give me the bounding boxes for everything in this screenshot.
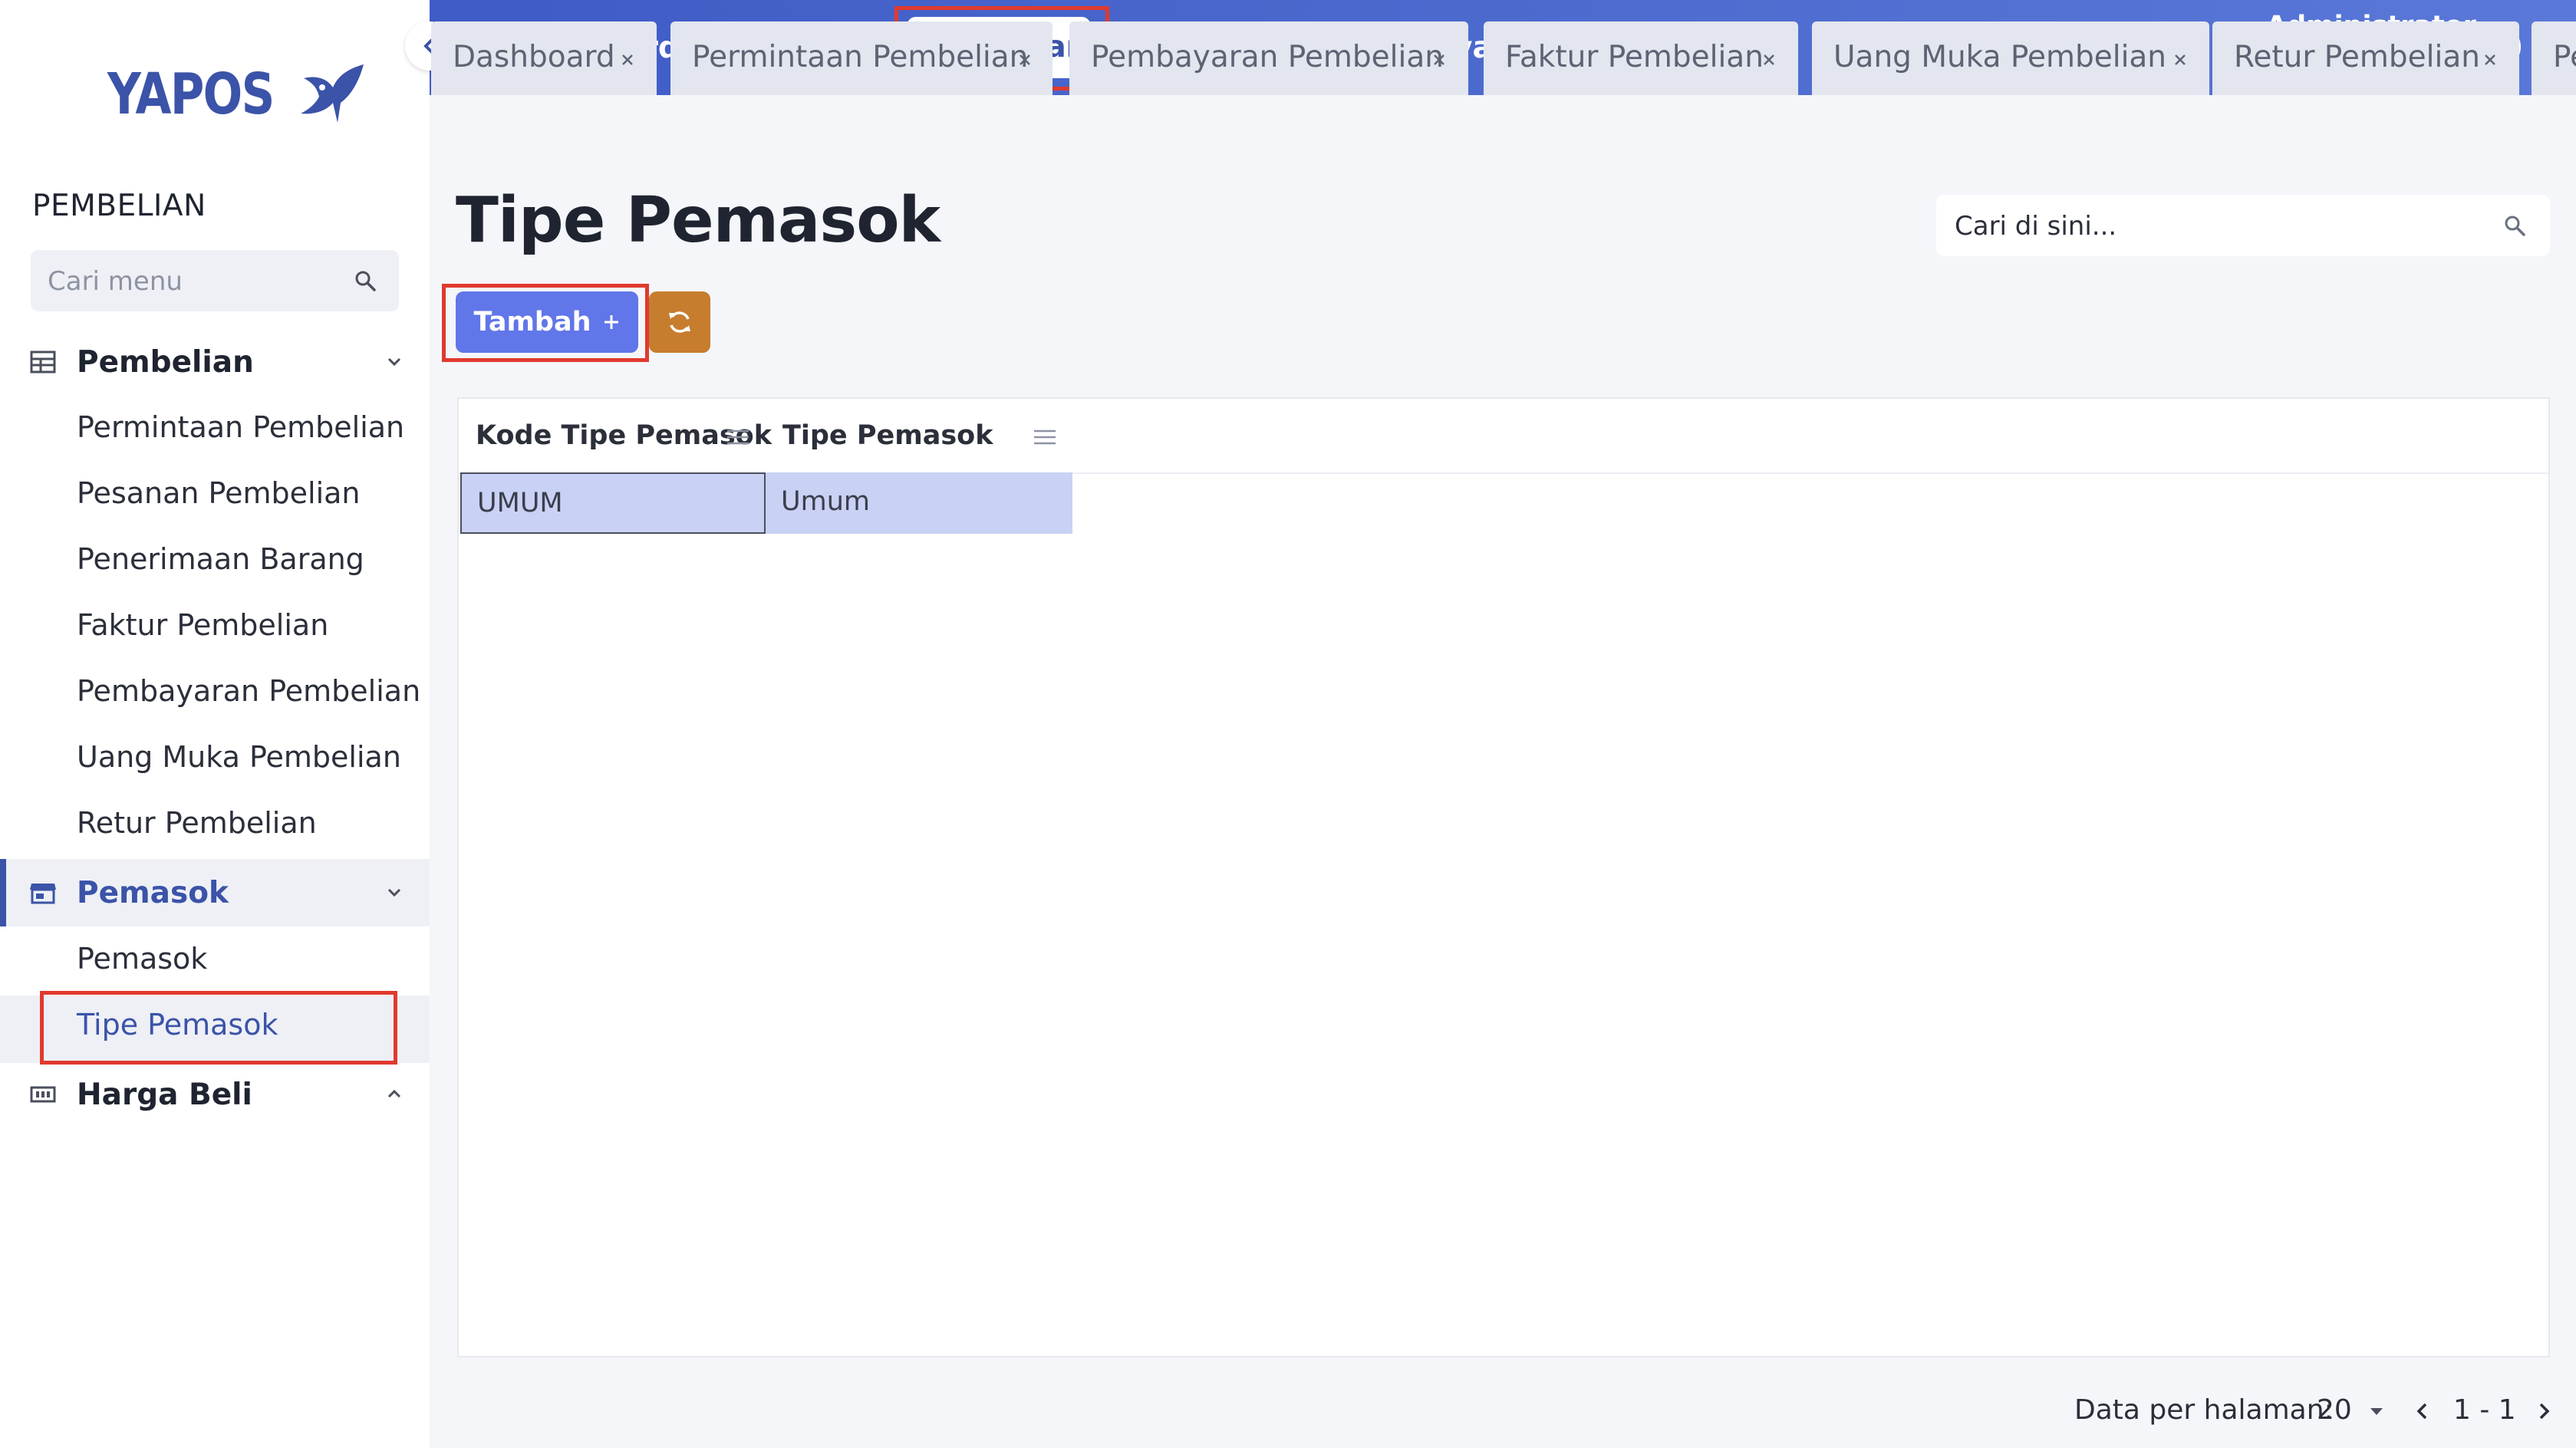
highlight-box-sidebar-item xyxy=(40,991,397,1065)
sidebar-group-harga-beli[interactable]: Harga Beli xyxy=(0,1061,430,1128)
table-header: Kode Tipe Pemasok Tipe Pemasok xyxy=(459,399,2548,474)
open-tabs-bar xyxy=(430,95,2576,172)
app-logo[interactable]: YAPOS xyxy=(107,61,367,127)
tab-label: Uang Muka Pembelian xyxy=(1833,40,2167,74)
chevron-up-icon xyxy=(387,1089,401,1098)
tab-permintaan-pembelian[interactable]: Permintaan Pembelian xyxy=(670,21,1052,95)
sidebar-group-pembelian[interactable]: Pembelian xyxy=(0,328,430,396)
sidebar-group-label: Pembelian xyxy=(77,344,254,380)
refresh-button[interactable] xyxy=(649,291,710,353)
tab-retur-pembelian[interactable]: Retur Pembelian xyxy=(2212,21,2519,95)
per-page-label: Data per halaman: xyxy=(2074,1394,2334,1426)
tab-faktur-pembelian[interactable]: Faktur Pembelian xyxy=(1484,21,1798,95)
sidebar-item-uang-muka-pembelian[interactable]: Uang Muka Pembelian xyxy=(77,740,401,774)
sidebar-group-label: Pemasok xyxy=(77,875,229,910)
logo-text: YAPOS xyxy=(107,61,275,127)
table-icon xyxy=(30,350,56,374)
caret-down-icon[interactable] xyxy=(2366,1400,2387,1422)
highlight-box-add-button xyxy=(442,284,649,362)
sidebar-item-faktur-pembelian[interactable]: Faktur Pembelian xyxy=(77,608,328,642)
sidebar-item-pemasok[interactable]: Pemasok xyxy=(77,942,207,976)
page-search[interactable] xyxy=(1936,195,2550,258)
chevron-down-icon xyxy=(387,888,401,897)
store-icon xyxy=(30,884,56,904)
sidebar-item-pesanan-pembelian[interactable]: Pesanan Pembelian xyxy=(77,476,361,510)
table-cell-kode[interactable]: UMUM xyxy=(460,472,766,534)
page-search-input[interactable] xyxy=(1953,195,2478,258)
tab-label: Pe xyxy=(2553,40,2576,74)
chevron-down-icon xyxy=(387,357,401,367)
chevron-right-icon[interactable] xyxy=(2533,1400,2555,1422)
sidebar: YAPOS PEMBELIAN Pembelian Permintaan Pem… xyxy=(0,0,430,1448)
per-page-select[interactable]: 20 xyxy=(2317,1394,2352,1426)
column-header-tipe[interactable]: Tipe Pemasok xyxy=(782,420,993,451)
column-menu-icon[interactable] xyxy=(1033,428,1057,446)
sidebar-item-penerimaan-barang[interactable]: Penerimaan Barang xyxy=(77,542,364,576)
menu-search[interactable] xyxy=(31,250,399,313)
tab-dashboard[interactable]: Dashboard xyxy=(431,21,657,95)
menu-search-input[interactable] xyxy=(46,250,341,313)
page-title: Tipe Pemasok xyxy=(456,184,940,257)
data-table: Kode Tipe Pemasok Tipe Pemasok UMUM Umum xyxy=(457,397,2550,1358)
bird-logo-icon xyxy=(301,64,364,123)
chevron-left-icon[interactable] xyxy=(2412,1400,2433,1422)
sidebar-group-pemasok[interactable]: Pemasok xyxy=(0,859,430,926)
sidebar-item-pembayaran-pembelian[interactable]: Pembayaran Pembelian xyxy=(77,674,420,708)
tab-overflow[interactable]: Pe xyxy=(2532,21,2576,95)
search-icon[interactable] xyxy=(2502,213,2527,238)
tab-uang-muka-pembelian[interactable]: Uang Muka Pembelian xyxy=(1812,21,2209,95)
cell-value: Umum xyxy=(781,486,870,517)
cell-value: UMUM xyxy=(477,488,563,518)
table-cell-tipe[interactable]: Umum xyxy=(766,472,1072,534)
tab-pembayaran-pembelian[interactable]: Pembayaran Pembelian xyxy=(1069,21,1468,95)
price-tag-icon xyxy=(30,1086,56,1103)
close-icon[interactable] xyxy=(1431,52,1447,67)
sidebar-group-label: Harga Beli xyxy=(77,1077,252,1112)
tab-label: Dashboard xyxy=(453,40,615,74)
close-icon[interactable] xyxy=(1761,52,1777,67)
sidebar-item-retur-pembelian[interactable]: Retur Pembelian xyxy=(77,806,317,840)
tab-label: Faktur Pembelian xyxy=(1505,40,1764,74)
close-icon[interactable] xyxy=(2482,52,2498,67)
sidebar-section-title: PEMBELIAN xyxy=(32,189,206,223)
column-menu-icon[interactable] xyxy=(726,428,750,446)
close-icon[interactable] xyxy=(1017,52,1033,67)
tab-label: Retur Pembelian xyxy=(2234,40,2480,74)
tab-label: Permintaan Pembelian xyxy=(692,40,1029,74)
sidebar-item-permintaan-pembelian[interactable]: Permintaan Pembelian xyxy=(77,410,404,444)
page-range: 1 - 1 xyxy=(2453,1394,2516,1426)
tab-label: Pembayaran Pembelian xyxy=(1091,40,1444,74)
close-icon[interactable] xyxy=(2172,52,2188,67)
close-icon[interactable] xyxy=(620,52,635,67)
refresh-icon xyxy=(669,311,690,333)
search-icon[interactable] xyxy=(353,268,377,293)
